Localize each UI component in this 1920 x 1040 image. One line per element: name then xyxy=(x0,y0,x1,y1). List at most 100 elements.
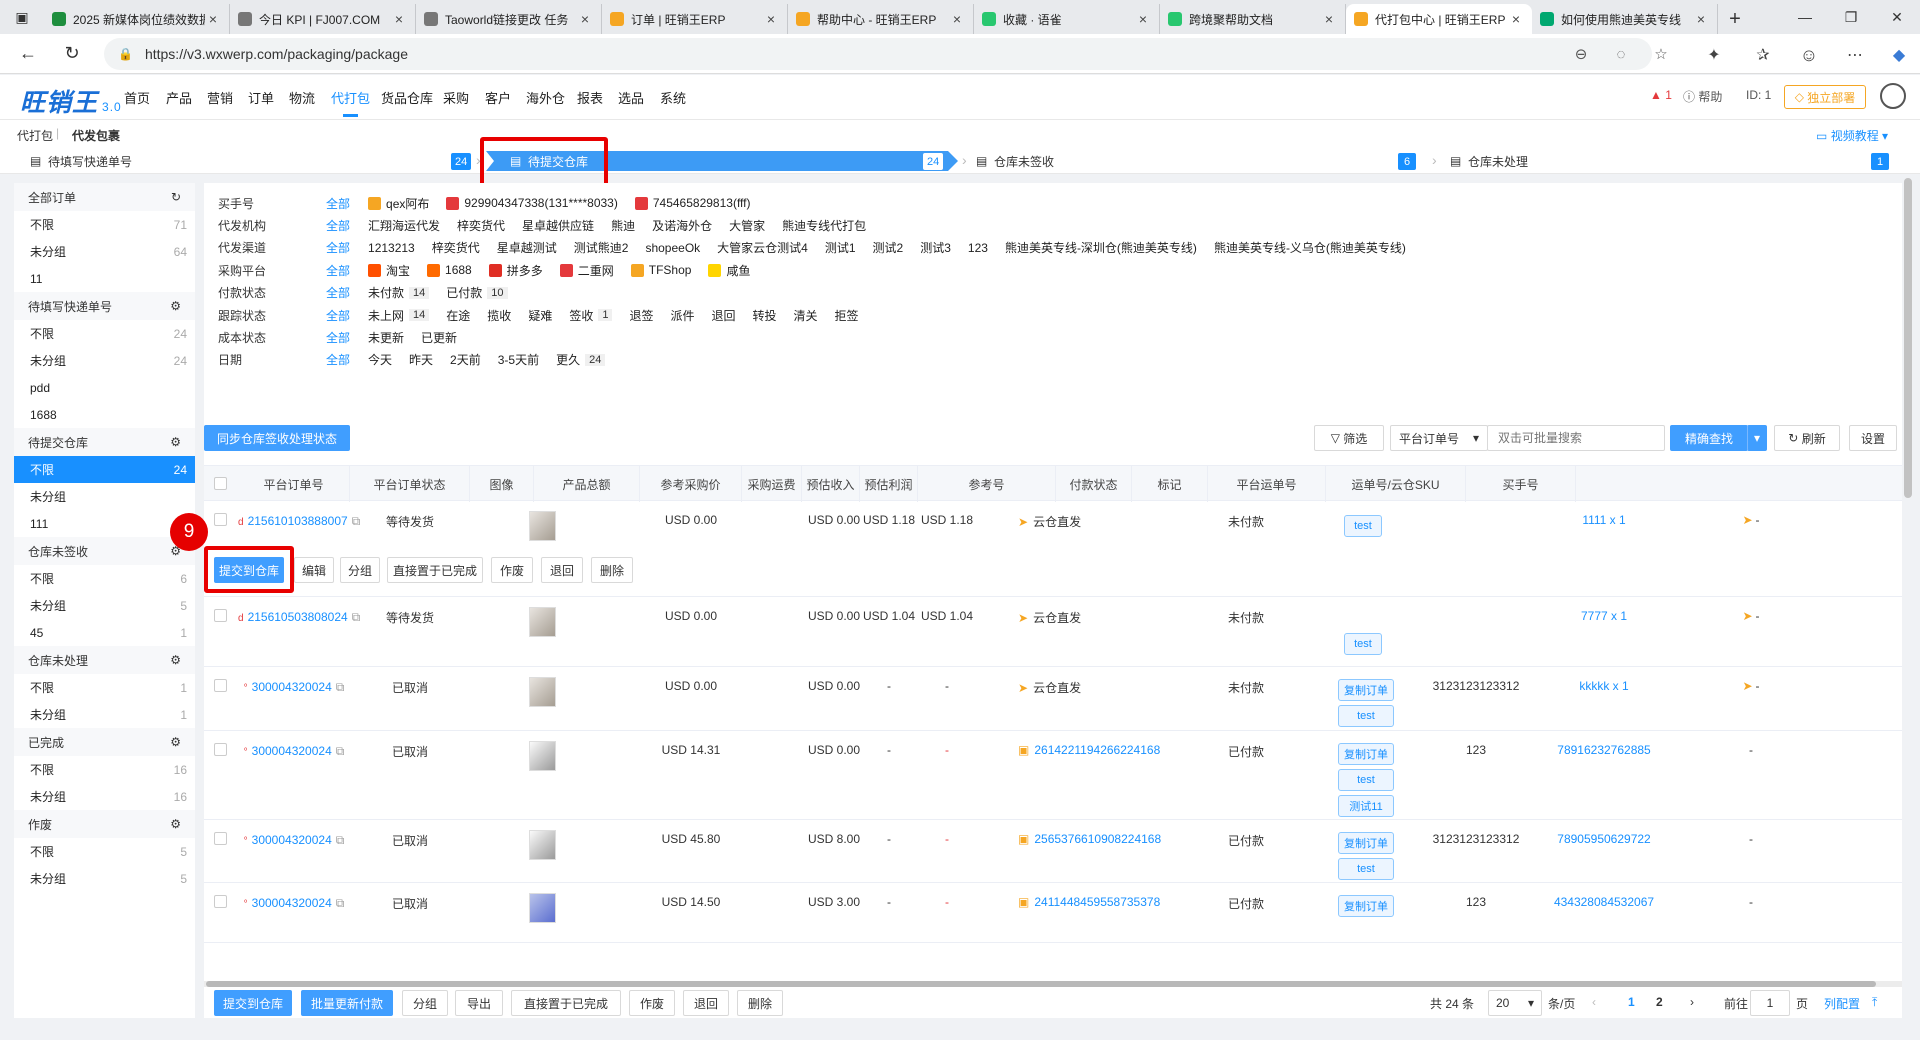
filter-option[interactable]: 熊迪 xyxy=(611,217,635,234)
copy-icon[interactable]: ⧉ xyxy=(336,680,345,694)
sidebar-item[interactable]: 未分组 24 xyxy=(14,347,195,374)
filter-option[interactable]: 梓奕货代 xyxy=(457,217,505,234)
row-checkbox[interactable] xyxy=(214,895,227,908)
nav-menu-item[interactable]: 客户 xyxy=(485,88,511,107)
filter-option[interactable]: qex阿布 xyxy=(368,195,429,212)
horizontal-scrollbar[interactable] xyxy=(204,981,1902,987)
filter-option[interactable]: 大管家 xyxy=(729,217,765,234)
column-header[interactable]: 买手号 xyxy=(1466,466,1576,502)
order-tag[interactable]: 测试11 xyxy=(1338,795,1394,817)
close-tab-icon[interactable]: × xyxy=(205,11,221,27)
close-window-icon[interactable]: ✕ xyxy=(1874,0,1920,34)
minimize-icon[interactable]: — xyxy=(1782,0,1828,34)
bulk-return-button[interactable]: 退回 xyxy=(683,990,729,1016)
row-checkbox[interactable] xyxy=(214,832,227,845)
filter-option[interactable]: 大管家云仓测试4 xyxy=(717,239,808,256)
sidebar-item[interactable]: 111 xyxy=(14,510,195,537)
back-to-top-icon[interactable]: ⤒ xyxy=(1872,995,1877,1010)
browser-tab[interactable]: 代打包中心 | 旺销王ERP × xyxy=(1346,4,1532,34)
filter-option[interactable]: 已更新 xyxy=(421,329,457,346)
refresh-icon[interactable]: ↻ xyxy=(171,190,181,204)
filter-option[interactable]: 转投 xyxy=(753,307,777,324)
filter-option[interactable]: 咸鱼 xyxy=(708,262,750,279)
nav-menu-item[interactable]: 货品仓库 xyxy=(381,88,433,107)
close-tab-icon[interactable]: × xyxy=(577,11,593,27)
filter-all-option[interactable]: 全部 xyxy=(326,195,350,212)
filter-option[interactable]: 2天前 xyxy=(450,351,481,368)
filter-option[interactable]: 退回 xyxy=(712,307,736,324)
product-image[interactable] xyxy=(529,677,556,707)
favorites-icon[interactable]: ✰ xyxy=(1748,40,1778,70)
tracking-sku[interactable]: 434328084532067 xyxy=(1536,895,1672,909)
more-icon[interactable]: ⋯ xyxy=(1840,40,1870,70)
filter-all-option[interactable]: 全部 xyxy=(326,262,350,279)
step-pending-tracking[interactable]: ▤ 待填写快递单号 xyxy=(30,151,460,171)
row-action-button[interactable]: 删除 xyxy=(591,557,633,583)
step-warehouse-unsigned[interactable]: ▤ 仓库未签收 xyxy=(976,151,1416,171)
nav-menu-item[interactable]: 选品 xyxy=(618,88,644,107)
alert-indicator[interactable]: ▲ 1 xyxy=(1650,88,1672,102)
nav-menu-item[interactable]: 首页 xyxy=(124,88,150,107)
sidebar-group-header[interactable]: 作废 ⚙ xyxy=(14,810,195,838)
zoom-icon[interactable]: ⊖ xyxy=(1568,41,1594,67)
filter-option[interactable]: 更久 24 xyxy=(556,351,606,368)
filter-option[interactable]: 未上网 14 xyxy=(368,307,430,324)
filter-option[interactable]: 测试熊迪2 xyxy=(574,239,629,256)
close-tab-icon[interactable]: × xyxy=(1508,11,1524,27)
filter-option[interactable]: 测试2 xyxy=(873,239,904,256)
filter-option[interactable]: 疑难 xyxy=(528,307,552,324)
filter-option[interactable]: 星卓越测试 xyxy=(497,239,557,256)
nav-menu-item[interactable]: 营销 xyxy=(207,88,233,107)
filter-button[interactable]: ▽ 筛选 xyxy=(1314,425,1384,451)
reference-number[interactable]: ▣ 2565376610908224168 xyxy=(1018,832,1168,846)
user-avatar[interactable] xyxy=(1880,83,1906,109)
exact-search-dropdown[interactable]: ▾ xyxy=(1747,425,1767,451)
app-logo[interactable]: 旺销王 3.0 xyxy=(20,83,122,119)
page-2[interactable]: 2 xyxy=(1656,995,1663,1009)
close-tab-icon[interactable]: × xyxy=(391,11,407,27)
filter-option[interactable]: 退签 xyxy=(629,307,653,324)
order-tag[interactable]: 复制订单 xyxy=(1338,679,1394,701)
new-tab-button[interactable]: + xyxy=(1718,4,1752,34)
bulk-delete-button[interactable]: 删除 xyxy=(737,990,783,1016)
scroll-thumb[interactable] xyxy=(206,981,1876,987)
sidebar-group-header[interactable]: 待提交仓库 ⚙ xyxy=(14,428,195,456)
filter-option[interactable]: 及诺海外仓 xyxy=(652,217,712,234)
order-number[interactable]: ° 300004320024 ⧉ xyxy=(238,679,350,697)
bulk-submit-button[interactable]: 提交到仓库 xyxy=(214,990,292,1016)
filter-all-option[interactable]: 全部 xyxy=(326,239,350,256)
filter-option[interactable]: 已付款 10 xyxy=(446,284,508,301)
column-header[interactable]: 图像 xyxy=(470,466,534,502)
order-tag[interactable]: test xyxy=(1338,769,1394,791)
row-checkbox[interactable] xyxy=(214,743,227,756)
column-header[interactable]: 付款状态 xyxy=(1056,466,1132,502)
gear-icon[interactable]: ⚙ xyxy=(170,299,181,313)
row-checkbox[interactable] xyxy=(214,609,227,622)
row-checkbox[interactable] xyxy=(214,513,227,526)
sidebar-item[interactable]: 不限 24 xyxy=(14,320,195,347)
filter-option[interactable]: 745465829813(fff) xyxy=(634,196,751,210)
deploy-button[interactable]: ◇ 独立部署 xyxy=(1784,85,1866,109)
order-tag[interactable]: test xyxy=(1344,633,1382,655)
filter-option[interactable]: 测试3 xyxy=(920,239,951,256)
search-input[interactable] xyxy=(1487,425,1665,451)
product-image[interactable] xyxy=(529,511,556,541)
favorite-star-icon[interactable]: ☆ xyxy=(1648,41,1674,67)
tracking-sku[interactable]: 1111 x 1 xyxy=(1536,513,1672,527)
column-header[interactable]: 平台订单号 xyxy=(238,466,350,502)
sidebar-group-header[interactable]: 全部订单 ↻ xyxy=(14,183,195,211)
sidebar-item[interactable]: 未分组 5 xyxy=(14,865,195,892)
filter-option[interactable]: 熊迪专线代打包 xyxy=(782,217,866,234)
filter-option[interactable]: 929904347338(131****8033) xyxy=(446,196,618,210)
nav-menu-item[interactable]: 物流 xyxy=(289,88,315,107)
filter-option[interactable]: 3-5天前 xyxy=(498,351,539,368)
exact-search-button[interactable]: 精确查找 xyxy=(1670,425,1748,451)
order-tag[interactable]: 复制订单 xyxy=(1338,743,1394,765)
order-number[interactable]: d 215610103888007 ⧉ xyxy=(238,513,360,531)
sidebar-item[interactable]: 不限 71 xyxy=(14,211,195,238)
close-tab-icon[interactable]: × xyxy=(1693,11,1709,27)
order-tag[interactable]: test xyxy=(1344,515,1382,537)
filter-option[interactable]: 二重网 xyxy=(559,262,614,279)
column-header[interactable]: 参考号 xyxy=(918,466,1056,502)
copy-icon[interactable]: ⧉ xyxy=(336,744,345,758)
